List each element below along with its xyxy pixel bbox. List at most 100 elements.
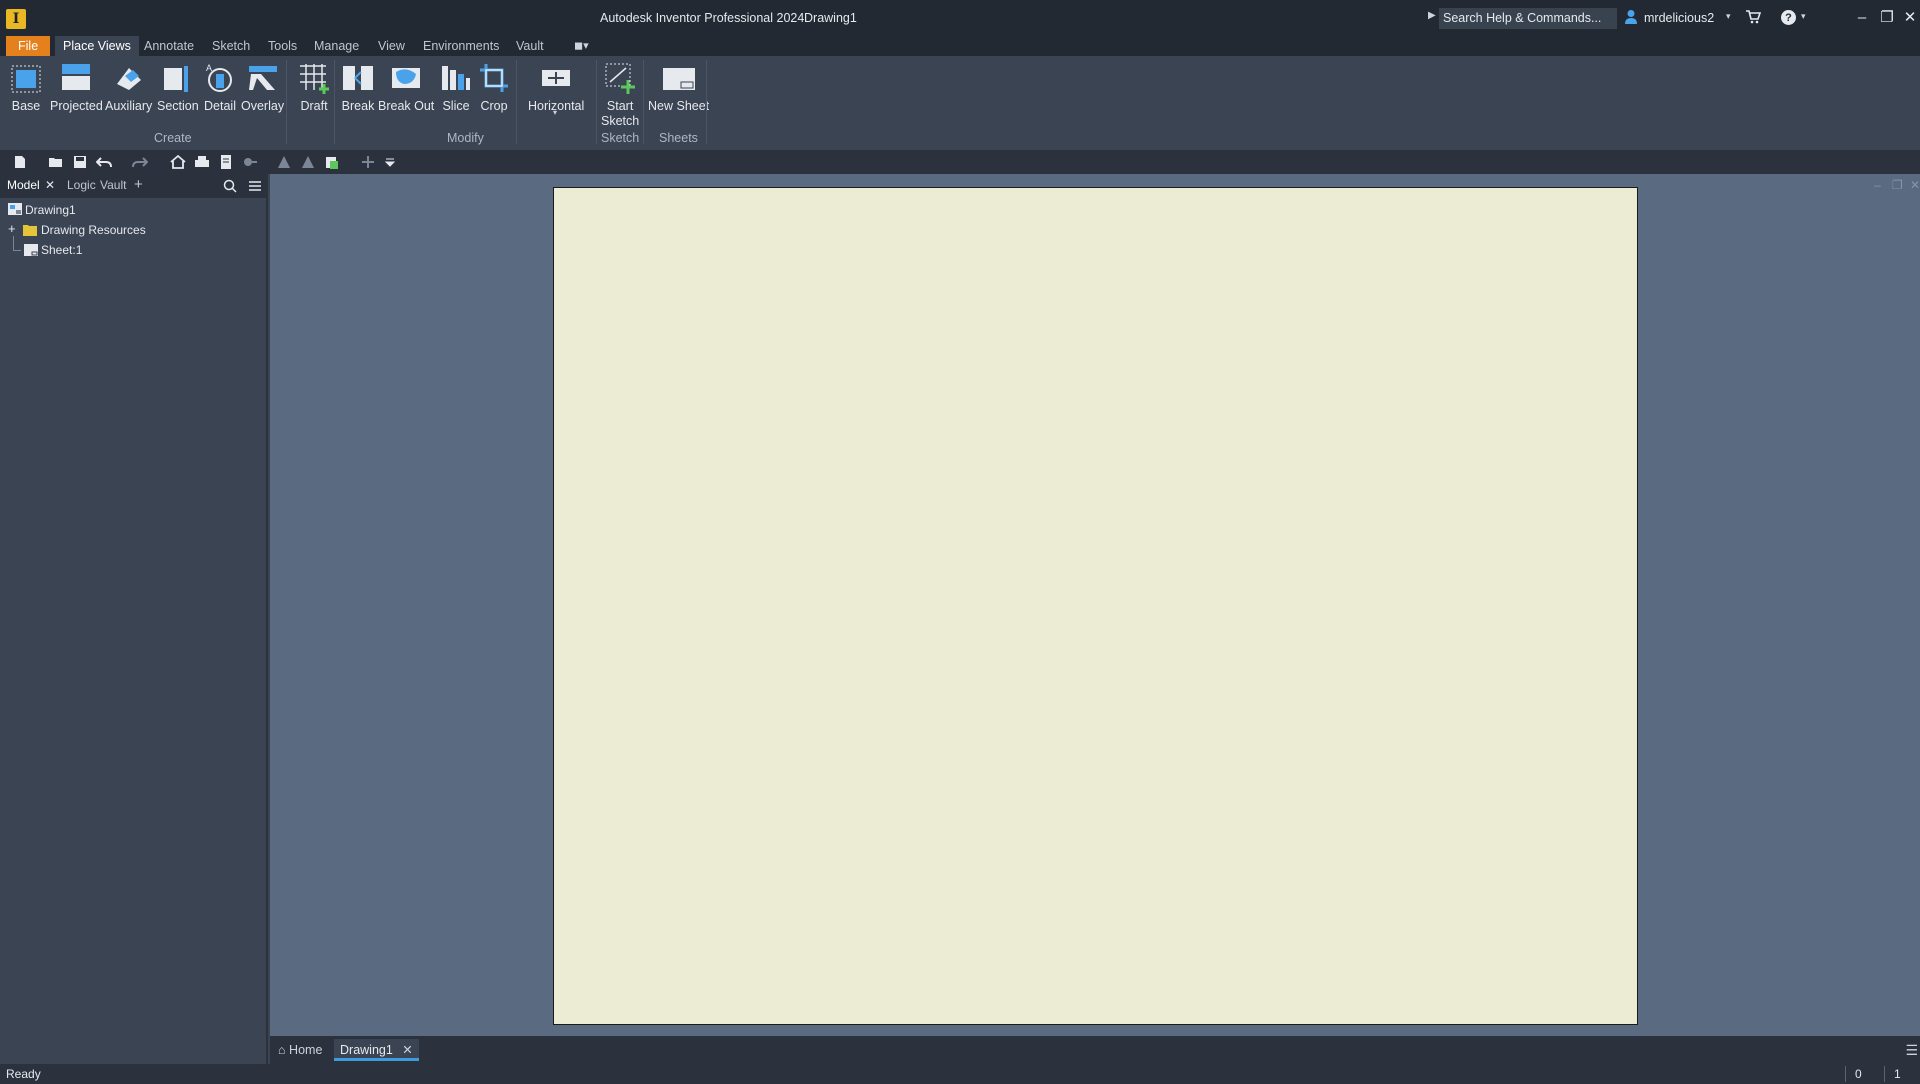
drawing-icon bbox=[8, 203, 22, 215]
slice-button[interactable]: Slice bbox=[438, 60, 474, 114]
detail-view-icon: A bbox=[206, 63, 232, 92]
break-icon bbox=[343, 66, 373, 90]
help-caret-icon[interactable]: ▾ bbox=[1801, 11, 1806, 22]
tab-view[interactable]: View bbox=[378, 36, 405, 56]
crop-button[interactable]: Crop bbox=[476, 60, 512, 114]
user-icon[interactable] bbox=[1624, 9, 1638, 25]
model-browser: Model ✕ Logic Vault + Drawing1 + Drawing… bbox=[0, 174, 268, 1064]
restore-icon[interactable]: ❐ bbox=[1876, 8, 1898, 28]
sheets-group-label: Sheets bbox=[659, 131, 698, 145]
cart-icon[interactable] bbox=[1745, 10, 1761, 24]
tab-tools[interactable]: Tools bbox=[268, 36, 297, 56]
folder-icon bbox=[23, 225, 37, 236]
sketch-group-label: Sketch bbox=[601, 131, 640, 145]
base-view-button[interactable]: Base bbox=[8, 60, 44, 114]
restore-doc-icon[interactable]: ❐ bbox=[1892, 178, 1903, 192]
browser-tabs: Model ✕ Logic Vault + bbox=[0, 174, 268, 198]
user-name[interactable]: mrdelicious2 bbox=[1644, 11, 1714, 25]
overlay-view-icon bbox=[248, 66, 277, 90]
graphics-window[interactable]: – ❐ ✕ bbox=[270, 174, 1920, 1036]
quick-access-toolbar bbox=[0, 150, 1920, 174]
search-icon[interactable] bbox=[223, 179, 237, 193]
redo-icon[interactable] bbox=[132, 154, 148, 170]
new-sheet-button[interactable]: New Sheet bbox=[648, 60, 709, 114]
status-text: Ready bbox=[6, 1067, 41, 1081]
add-icon[interactable] bbox=[360, 154, 376, 170]
add-browser-tab-icon[interactable]: + bbox=[134, 176, 143, 193]
customize-toolbar-icon[interactable] bbox=[382, 154, 398, 170]
open-folder-icon[interactable] bbox=[48, 154, 64, 170]
measure-icon[interactable] bbox=[242, 154, 258, 170]
undo-icon[interactable] bbox=[96, 154, 112, 170]
document-tab-drawing1[interactable]: Drawing1 ✕ bbox=[334, 1039, 419, 1061]
group-separator bbox=[334, 60, 335, 144]
break-out-icon bbox=[392, 68, 421, 88]
group-separator bbox=[286, 60, 287, 144]
status-divider bbox=[1845, 1066, 1846, 1082]
properties-icon[interactable] bbox=[218, 154, 234, 170]
tab-file[interactable]: File bbox=[6, 36, 51, 56]
group-separator bbox=[596, 60, 597, 144]
auxiliary-view-icon bbox=[116, 68, 141, 90]
overlay-view-button[interactable]: Overlay bbox=[241, 60, 284, 114]
home-view-icon[interactable] bbox=[170, 154, 186, 170]
tree-connector bbox=[13, 250, 21, 251]
tab-annotate[interactable]: Annotate bbox=[144, 36, 194, 56]
browser-tab-vault[interactable]: Vault bbox=[100, 178, 126, 192]
auxiliary-view-button[interactable]: Auxiliary bbox=[105, 60, 152, 114]
document-title: Drawing1 bbox=[804, 11, 857, 25]
browser-tab-model[interactable]: Model bbox=[7, 178, 40, 192]
tab-manage[interactable]: Manage bbox=[314, 36, 359, 56]
close-doc-icon[interactable]: ✕ bbox=[1910, 178, 1920, 192]
projected-view-icon bbox=[62, 64, 91, 90]
horizontal-dropdown-icon[interactable]: ▾ bbox=[553, 108, 557, 117]
detail-view-button[interactable]: A Detail bbox=[202, 60, 238, 114]
tab-sketch[interactable]: Sketch bbox=[212, 36, 250, 56]
new-sheet-icon bbox=[662, 68, 695, 90]
rebuild-icon[interactable] bbox=[300, 154, 316, 170]
title-bar: I Autodesk Inventor Professional 2024 Dr… bbox=[0, 0, 1920, 36]
drawing-sheet[interactable] bbox=[553, 187, 1638, 1025]
app-logo-icon[interactable]: I bbox=[6, 9, 26, 29]
expand-icon[interactable]: + bbox=[8, 221, 16, 236]
section-view-button[interactable]: Section bbox=[157, 60, 199, 114]
close-document-tab-icon[interactable]: ✕ bbox=[402, 1043, 412, 1057]
status-count-occurrences: 0 bbox=[1855, 1067, 1862, 1081]
projected-view-button[interactable]: Projected bbox=[50, 60, 103, 114]
break-out-button[interactable]: Break Out bbox=[378, 60, 434, 114]
horizontal-button[interactable]: Horizontal bbox=[528, 60, 584, 114]
close-model-tab-icon[interactable]: ✕ bbox=[45, 178, 55, 192]
document-list-menu-icon[interactable]: ☰ bbox=[1905, 1042, 1918, 1059]
user-menu-caret-icon[interactable]: ▾ bbox=[1726, 11, 1731, 22]
app-title: Autodesk Inventor Professional 2024 bbox=[600, 11, 805, 25]
ribbon-display-options-icon[interactable]: ◼▾ bbox=[574, 36, 589, 56]
tab-place-views[interactable]: Place Views bbox=[55, 36, 139, 56]
base-view-icon bbox=[11, 65, 41, 93]
browser-menu-icon[interactable] bbox=[248, 179, 262, 193]
browser-tab-logic[interactable]: Logic bbox=[67, 178, 96, 192]
help-icon[interactable]: ? bbox=[1781, 10, 1796, 25]
print-icon[interactable] bbox=[194, 154, 210, 170]
update-icon[interactable] bbox=[276, 154, 292, 170]
create-group-label: Create bbox=[154, 131, 192, 145]
tab-environments[interactable]: Environments bbox=[423, 36, 499, 56]
minimize-doc-icon[interactable]: – bbox=[1874, 178, 1881, 192]
home-icon: ⌂ bbox=[278, 1043, 286, 1057]
new-file-icon[interactable] bbox=[12, 154, 28, 170]
group-separator bbox=[706, 60, 707, 144]
horizontal-align-icon bbox=[542, 70, 571, 86]
close-window-icon[interactable]: ✕ bbox=[1899, 8, 1920, 28]
slice-icon bbox=[442, 66, 470, 90]
home-tab[interactable]: ⌂ Home bbox=[278, 1043, 322, 1057]
break-button[interactable]: Break bbox=[340, 60, 376, 114]
tab-vault[interactable]: Vault bbox=[516, 36, 544, 56]
start-sketch-button[interactable]: Start Sketch bbox=[601, 60, 639, 129]
save-icon[interactable] bbox=[72, 154, 88, 170]
draft-view-button[interactable]: Draft bbox=[296, 60, 332, 114]
search-expand-icon[interactable]: ▶ bbox=[1428, 10, 1436, 21]
minimize-icon[interactable]: – bbox=[1851, 8, 1873, 28]
svg-text:A: A bbox=[206, 63, 212, 73]
help-search-input[interactable]: Search Help & Commands... bbox=[1439, 8, 1617, 29]
material-icon[interactable] bbox=[324, 154, 340, 170]
section-view-icon bbox=[163, 66, 188, 92]
